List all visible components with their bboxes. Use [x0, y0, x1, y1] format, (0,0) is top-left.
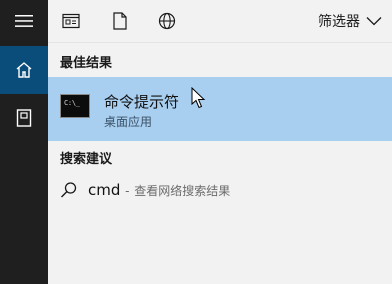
command-prompt-icon-text: C:\_ — [64, 99, 80, 107]
apps-filter-button[interactable] — [60, 10, 82, 32]
chevron-down-icon — [366, 17, 382, 26]
home-button[interactable] — [0, 46, 48, 94]
top-toolbar: 筛选器 — [48, 0, 392, 43]
command-prompt-icon: C:\_ — [60, 94, 90, 118]
home-icon — [16, 62, 32, 78]
search-icon — [61, 182, 77, 198]
mouse-pointer-icon — [191, 87, 206, 109]
documents-button[interactable] — [0, 94, 48, 142]
suggestion-separator: - — [125, 184, 130, 198]
web-filter-button[interactable] — [156, 10, 178, 32]
best-match-subtitle: 桌面应用 — [104, 115, 153, 129]
suggestion-text: cmd - 查看网络搜索结果 — [88, 181, 230, 199]
web-search-suggestion[interactable]: cmd - 查看网络搜索结果 — [48, 174, 392, 208]
filter-dropdown[interactable]: 筛选器 — [318, 9, 382, 33]
globe-icon — [158, 12, 176, 30]
filter-label: 筛选器 — [318, 14, 360, 30]
hamburger-menu-button[interactable] — [0, 0, 48, 42]
document-icon — [113, 12, 127, 30]
best-match-name: 命令提示符 — [104, 93, 180, 111]
best-match-item[interactable]: C:\_ 命令提示符 桌面应用 — [48, 77, 392, 141]
app-window-icon — [62, 13, 80, 29]
best-match-heading: 最佳结果 — [60, 56, 113, 71]
notebook-icon — [16, 109, 32, 127]
hamburger-icon — [15, 15, 33, 27]
documents-filter-button[interactable] — [109, 10, 131, 32]
left-rail — [0, 0, 48, 284]
suggestion-hint: 查看网络搜索结果 — [134, 184, 231, 198]
search-suggestions-heading: 搜索建议 — [60, 152, 113, 167]
suggestion-query: cmd — [88, 181, 121, 199]
start-search-panel: 筛选器 最佳结果 C:\_ 命令提示符 桌面应用 搜索建议 cmd - 查看网络… — [0, 0, 392, 284]
